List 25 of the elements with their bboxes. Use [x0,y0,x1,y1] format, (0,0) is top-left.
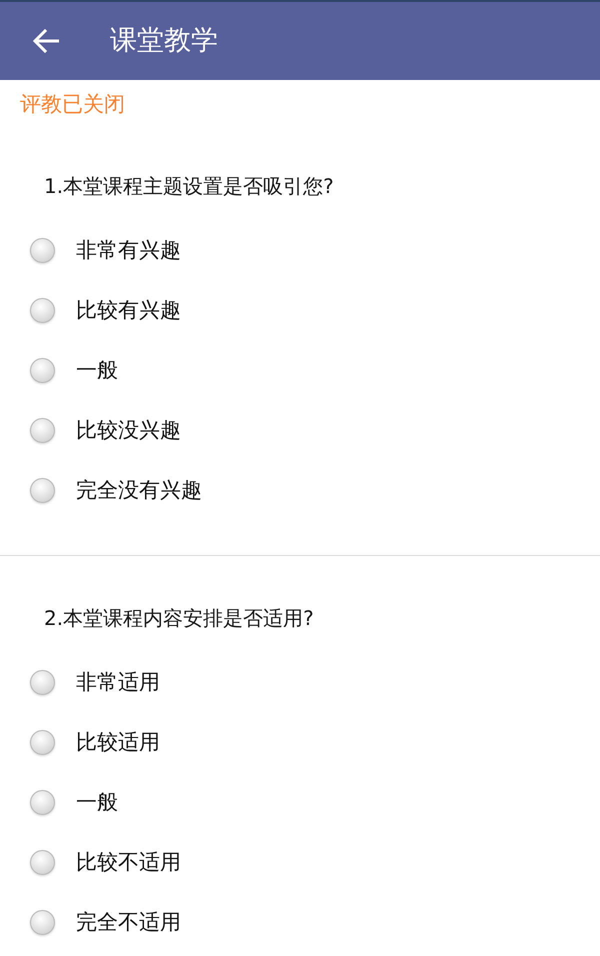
question-text: 2.本堂课程内容安排是否适用? [44,605,315,632]
back-arrow-icon [33,29,59,53]
radio-button[interactable] [30,790,55,814]
status-text: 评教已关闭 [20,91,126,118]
option-label: 比较没兴趣 [76,417,181,444]
option-label: 比较有兴趣 [76,297,181,324]
radio-button[interactable] [30,910,55,934]
radio-button[interactable] [30,478,55,502]
option-label: 一般 [76,357,118,384]
radio-button[interactable] [30,730,55,754]
option-label: 比较适用 [76,729,160,756]
radio-button[interactable] [30,298,55,322]
option-label: 完全没有兴趣 [76,477,202,504]
page-title: 课堂教学 [110,24,218,58]
radio-button[interactable] [30,358,55,382]
radio-button[interactable] [30,418,55,442]
radio-button[interactable] [30,850,55,874]
radio-button[interactable] [30,670,55,694]
option-label: 非常适用 [76,669,160,696]
option-label: 一般 [76,789,118,816]
radio-button[interactable] [30,238,55,262]
option-label: 非常有兴趣 [76,237,181,264]
question-text: 1.本堂课程主题设置是否吸引您? [44,173,335,200]
option-label: 完全不适用 [76,909,181,936]
option-label: 比较不适用 [76,849,181,876]
